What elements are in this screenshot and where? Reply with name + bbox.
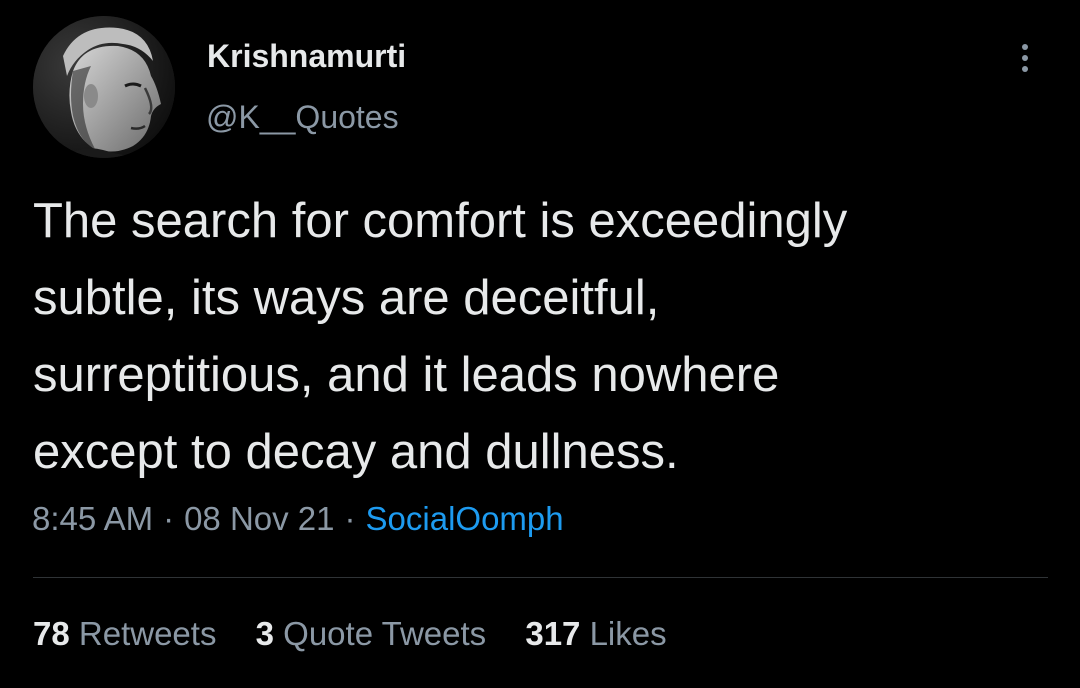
tweet: Krishnamurti @K__Quotes The search for c… bbox=[0, 0, 1080, 688]
tweet-stats: 78 Retweets 3 Quote Tweets 317 Likes bbox=[33, 615, 697, 653]
more-vertical-icon bbox=[1022, 44, 1028, 72]
tweet-time[interactable]: 8:45 AM bbox=[32, 500, 153, 537]
quote-tweets-stat[interactable]: 3 Quote Tweets bbox=[256, 615, 487, 652]
tweet-metadata: 8:45 AM · 08 Nov 21 · SocialOomph bbox=[32, 500, 564, 538]
likes-count: 317 bbox=[525, 615, 581, 652]
tweet-date[interactable]: 08 Nov 21 bbox=[184, 500, 334, 537]
separator: · bbox=[163, 500, 175, 537]
tweet-text-line: surreptitious, and it leads nowhere bbox=[33, 348, 780, 402]
more-options-button[interactable] bbox=[1010, 38, 1040, 78]
display-name[interactable]: Krishnamurti bbox=[207, 38, 406, 75]
avatar[interactable] bbox=[33, 16, 175, 158]
quote-tweets-label: Quote Tweets bbox=[283, 615, 487, 652]
avatar-portrait bbox=[33, 16, 175, 158]
separator: · bbox=[344, 500, 356, 537]
tweet-text-line: except to decay and dullness. bbox=[33, 425, 679, 479]
tweet-text-line: subtle, its ways are deceitful, bbox=[33, 271, 660, 325]
user-handle[interactable]: @K__Quotes bbox=[206, 99, 399, 136]
retweets-label: Retweets bbox=[78, 615, 217, 652]
retweets-stat[interactable]: 78 Retweets bbox=[33, 615, 216, 652]
tweet-text-line: The search for comfort is exceedingly bbox=[33, 194, 848, 248]
source-link[interactable]: SocialOomph bbox=[366, 500, 564, 537]
quote-tweets-count: 3 bbox=[255, 615, 274, 652]
likes-label: Likes bbox=[589, 615, 667, 652]
likes-stat[interactable]: 317 Likes bbox=[525, 615, 666, 652]
tweet-text: The search for comfort is exceedingly su… bbox=[33, 183, 1043, 491]
divider bbox=[33, 577, 1048, 578]
retweets-count: 78 bbox=[33, 615, 70, 652]
